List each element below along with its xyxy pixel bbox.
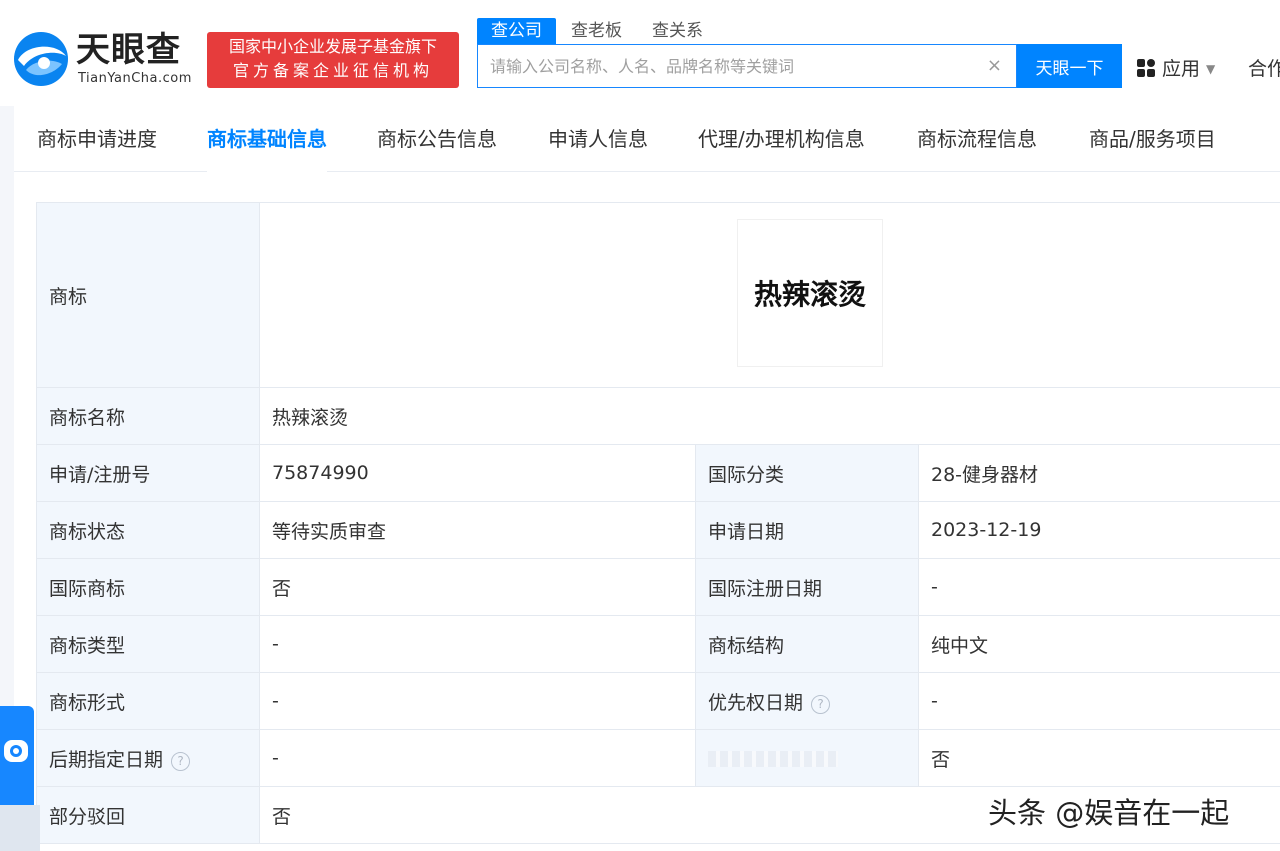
trademark-status-value: 等待实质审查	[259, 501, 696, 559]
search-tab-boss[interactable]: 查老板	[571, 18, 622, 44]
international-trademark-label: 国际商标	[36, 558, 260, 616]
trademark-name-value: 热辣滚烫	[258, 387, 1280, 445]
trademark-info-table: 商标 热辣滚烫 商标名称 热辣滚烫 申请/注册号 75874990 国际分类 2…	[36, 202, 1280, 844]
banner-line-1: 国家中小企业发展子基金旗下	[228, 37, 437, 56]
trademark-form-label: 商标形式	[36, 672, 260, 730]
obscured-label	[708, 750, 838, 767]
eye-logo-icon	[14, 32, 68, 86]
help-icon[interactable]: ?	[171, 751, 191, 771]
tab-agency-info[interactable]: 代理/办理机构信息	[698, 106, 865, 172]
international-registration-date-label: 国际注册日期	[695, 558, 919, 616]
clear-icon[interactable]: ×	[987, 55, 1002, 77]
tab-applicant-info[interactable]: 申请人信息	[548, 106, 648, 172]
table-row: 商标形式 - 优先权日期? -	[36, 672, 1280, 730]
trademark-form-value: -	[259, 672, 696, 730]
later-designation-date-cell: 后期指定日期?	[36, 729, 260, 787]
tab-goods-services[interactable]: 商品/服务项目	[1089, 106, 1216, 172]
customer-service-icon	[4, 740, 28, 762]
international-class-value: 28-健身器材	[917, 444, 1280, 502]
apps-grid-icon	[1137, 59, 1155, 77]
application-date-value: 2023-12-19	[917, 501, 1280, 559]
caret-down-icon: ▼	[1206, 62, 1216, 76]
search-button[interactable]: 天眼一下	[1017, 44, 1122, 88]
table-row: 商标名称 热辣滚烫	[36, 387, 1280, 445]
partial-rejection-label: 部分驳回	[36, 786, 260, 844]
international-registration-date-value: -	[917, 558, 1280, 616]
search-tab-company[interactable]: 查公司	[477, 18, 556, 44]
table-row: 商标状态 等待实质审查 申请日期 2023-12-19	[36, 501, 1280, 559]
later-designation-date-value: -	[259, 729, 696, 787]
logo-domain: TianYanCha.com	[78, 71, 192, 86]
table-row: 后期指定日期? - 否	[36, 729, 1280, 787]
tab-announcement-info[interactable]: 商标公告信息	[377, 106, 497, 172]
obscured-label-cell	[695, 729, 919, 787]
help-icon[interactable]: ?	[811, 694, 831, 714]
tianyancha-logo[interactable]: 天眼查 TianYanCha.com	[12, 30, 202, 92]
section-heading-cut	[36, 172, 236, 180]
table-row: 申请/注册号 75874990 国际分类 28-健身器材	[36, 444, 1280, 502]
content-panel: 商标 热辣滚烫 商标名称 热辣滚烫 申请/注册号 75874990 国际分类 2…	[14, 172, 1280, 851]
trademark-name-label: 商标名称	[36, 387, 260, 445]
trademark-structure-value: 纯中文	[917, 615, 1280, 673]
registration-number-label: 申请/注册号	[36, 444, 260, 502]
trademark-type-value: -	[259, 615, 696, 673]
logo-text: 天眼查	[76, 30, 181, 70]
international-trademark-value: 否	[259, 558, 696, 616]
trademark-type-label: 商标类型	[36, 615, 260, 673]
search-box: ×	[477, 44, 1017, 88]
priority-date-label: 优先权日期	[708, 691, 804, 714]
priority-date-cell: 优先权日期?	[695, 672, 919, 730]
tab-basic-info[interactable]: 商标基础信息	[183, 106, 351, 173]
registration-number-value: 75874990	[259, 444, 696, 502]
trademark-image-text: 热辣滚烫	[753, 278, 866, 311]
trademark-status-label: 商标状态	[36, 501, 260, 559]
banner-line-2: 官方备案企业征信机构	[232, 61, 433, 80]
source-watermark: 头条 @娱音在一起	[988, 796, 1230, 830]
table-row: 国际商标 否 国际注册日期 -	[36, 558, 1280, 616]
apps-label: 应用	[1162, 58, 1201, 80]
table-row: 商标类型 - 商标结构 纯中文	[36, 615, 1280, 673]
obscured-row-value: 否	[917, 729, 1280, 787]
certification-banner: 国家中小企业发展子基金旗下 官方备案企业征信机构	[207, 32, 459, 88]
trademark-image[interactable]: 热辣滚烫	[737, 219, 883, 367]
priority-date-value: -	[917, 672, 1280, 730]
tab-process-info[interactable]: 商标流程信息	[917, 106, 1037, 172]
apps-menu[interactable]: 应用 ▼	[1136, 54, 1215, 80]
trademark-structure-label: 商标结构	[695, 615, 919, 673]
search-tab-relation[interactable]: 查关系	[652, 18, 703, 44]
side-widget-lower	[0, 805, 40, 851]
search-input[interactable]	[478, 45, 978, 87]
later-designation-date-label: 后期指定日期	[49, 748, 164, 771]
table-row: 商标 热辣滚烫	[36, 202, 1280, 388]
top-header: 天眼查 TianYanCha.com 国家中小企业发展子基金旗下 官方备案企业征…	[0, 0, 1280, 106]
international-class-label: 国际分类	[695, 444, 919, 502]
application-date-label: 申请日期	[695, 501, 919, 559]
cooperation-link[interactable]: 合作	[1248, 54, 1280, 81]
trademark-tabbar: 商标申请进度 商标基础信息 商标公告信息 申请人信息 代理/办理机构信息 商标流…	[14, 106, 1280, 173]
tab-application-progress[interactable]: 商标申请进度	[37, 106, 157, 172]
trademark-image-label: 商标	[36, 202, 260, 388]
